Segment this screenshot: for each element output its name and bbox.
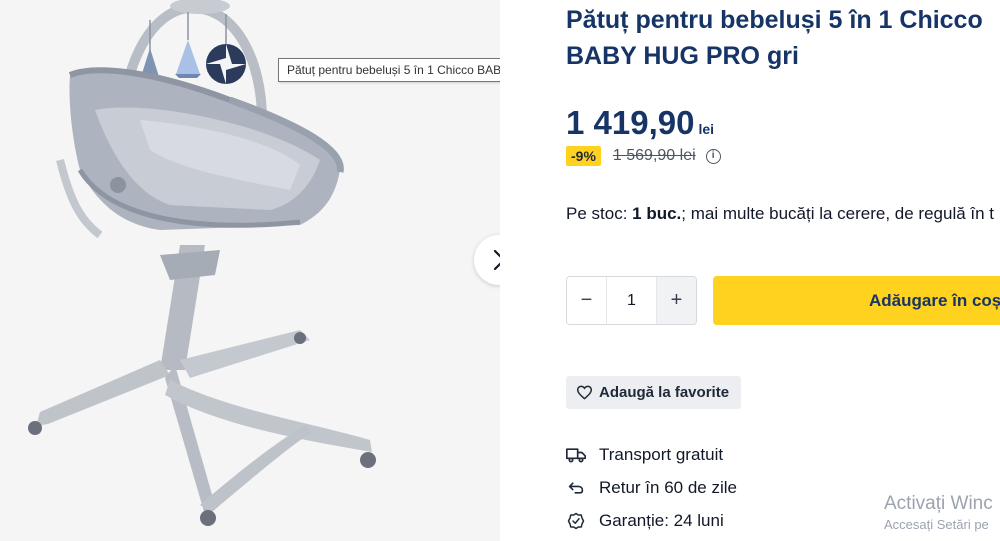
watermark-line1: Activați Winc (884, 493, 993, 514)
feature-warranty: Garanție: 24 luni (566, 511, 724, 531)
truck-icon (566, 445, 586, 465)
price-value: 1 419,90 (566, 104, 695, 141)
discount-row: -9% 1 569,90 lei i (566, 146, 721, 166)
quantity-decrease-button[interactable]: − (567, 277, 607, 324)
product-info: Pătuț pentru bebeluși 5 în 1 Chicco BABY… (566, 0, 1000, 541)
feature-return: Retur în 60 de zile (566, 478, 737, 498)
feature-label: Retur în 60 de zile (599, 478, 737, 497)
feature-label: Transport gratuit (599, 445, 724, 464)
add-to-cart-button[interactable]: Adăugare în coș (713, 276, 1000, 325)
price-currency: lei (698, 121, 715, 137)
activation-watermark: Activați Winc Accesați Setări pe (884, 492, 993, 534)
quantity-increase-button[interactable]: + (656, 277, 696, 324)
add-to-favorites-button[interactable]: Adaugă la favorite (566, 376, 742, 409)
discount-badge: -9% (566, 146, 601, 166)
feature-label: Garanție: 24 luni (599, 511, 724, 530)
favorites-label: Adaugă la favorite (599, 384, 730, 401)
stock-suffix: ; mai multe bucăți la cerere, de regulă … (681, 204, 995, 223)
stock-prefix: Pe stoc: (566, 204, 633, 223)
return-arrow-icon (566, 478, 586, 498)
feature-transport: Transport gratuit (566, 445, 723, 465)
chevron-right-icon (493, 249, 500, 271)
watermark-line2: Accesați Setări pe (884, 517, 989, 532)
heart-icon (576, 385, 593, 400)
stock-quantity: 1 buc. (632, 204, 682, 223)
info-icon[interactable]: i (705, 148, 721, 164)
quantity-input[interactable]: 1 (607, 277, 656, 324)
product-title: Pătuț pentru bebeluși 5 în 1 Chicco BABY… (566, 6, 983, 70)
warranty-badge-icon (566, 511, 586, 531)
product-price: 1 419,90 lei (566, 104, 714, 142)
quantity-stepper: − 1 + (566, 276, 697, 325)
old-price: 1 569,90 lei (612, 147, 696, 164)
stock-status: Pe stoc: 1 buc.; mai multe bucăți la cer… (566, 204, 994, 224)
product-gallery: Pătuț pentru bebeluși 5 în 1 Chicco BABY… (0, 0, 500, 541)
title-tooltip: Pătuț pentru bebeluși 5 în 1 Chicco BABY… (278, 58, 500, 82)
